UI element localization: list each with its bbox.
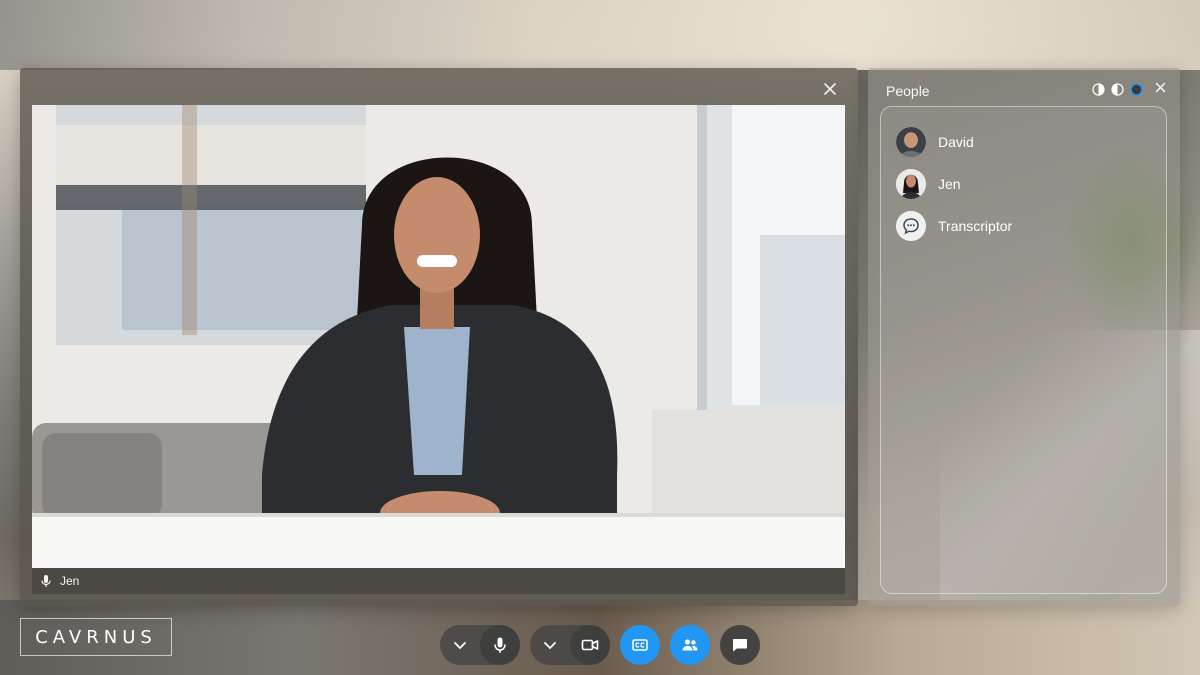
- people-icon: [682, 639, 698, 651]
- contrast-dark-icon[interactable]: [1130, 82, 1143, 96]
- participant-name: David: [938, 134, 974, 150]
- chat-bubble-icon: [896, 211, 926, 241]
- close-icon: [1155, 82, 1166, 93]
- speaker-bar: Jen: [32, 568, 845, 594]
- microphone-icon: [494, 637, 506, 653]
- people-panel-toolbar: [1092, 82, 1166, 96]
- people-panel: People David Jen Transcriptor: [868, 68, 1180, 606]
- participant-transcriptor[interactable]: Transcriptor: [881, 205, 1166, 247]
- speaker-name: Jen: [60, 574, 80, 588]
- people-button[interactable]: [670, 625, 710, 665]
- microphone-icon: [41, 575, 51, 587]
- chat-button[interactable]: [720, 625, 760, 665]
- chat-icon: [733, 639, 747, 652]
- video-close-button[interactable]: [820, 80, 840, 100]
- call-controls: [440, 625, 760, 665]
- participant-list: David Jen Transcriptor: [880, 106, 1167, 594]
- chevron-down-icon: [454, 642, 466, 649]
- avatar: [896, 127, 926, 157]
- camera-options-button[interactable]: [530, 625, 570, 665]
- close-icon: [824, 83, 836, 95]
- participant-name: Transcriptor: [938, 218, 1013, 234]
- mute-button[interactable]: [480, 625, 520, 665]
- cavrnus-logo: CAVRNUS: [20, 618, 172, 656]
- video-feed: [32, 105, 845, 568]
- people-close-button[interactable]: [1155, 82, 1166, 96]
- closed-captions-icon: [632, 639, 648, 651]
- captions-button[interactable]: [620, 625, 660, 665]
- participant-video-image: [32, 105, 845, 568]
- contrast-light-icon[interactable]: [1092, 82, 1105, 96]
- participant-jen[interactable]: Jen: [881, 163, 1166, 205]
- avatar: [896, 211, 926, 241]
- participant-david[interactable]: David: [881, 121, 1166, 163]
- logo-text: CAVRNUS: [35, 626, 157, 648]
- mic-options-button[interactable]: [440, 625, 480, 665]
- video-panel: Jen: [20, 68, 858, 606]
- camera-toggle-button[interactable]: [570, 625, 610, 665]
- participant-name: Jen: [938, 176, 961, 192]
- chevron-down-icon: [544, 642, 556, 649]
- contrast-mid-icon[interactable]: [1111, 82, 1124, 96]
- background-ceiling: [0, 0, 1200, 70]
- video-camera-icon: [581, 639, 599, 651]
- people-panel-title: People: [886, 83, 930, 99]
- avatar: [896, 169, 926, 199]
